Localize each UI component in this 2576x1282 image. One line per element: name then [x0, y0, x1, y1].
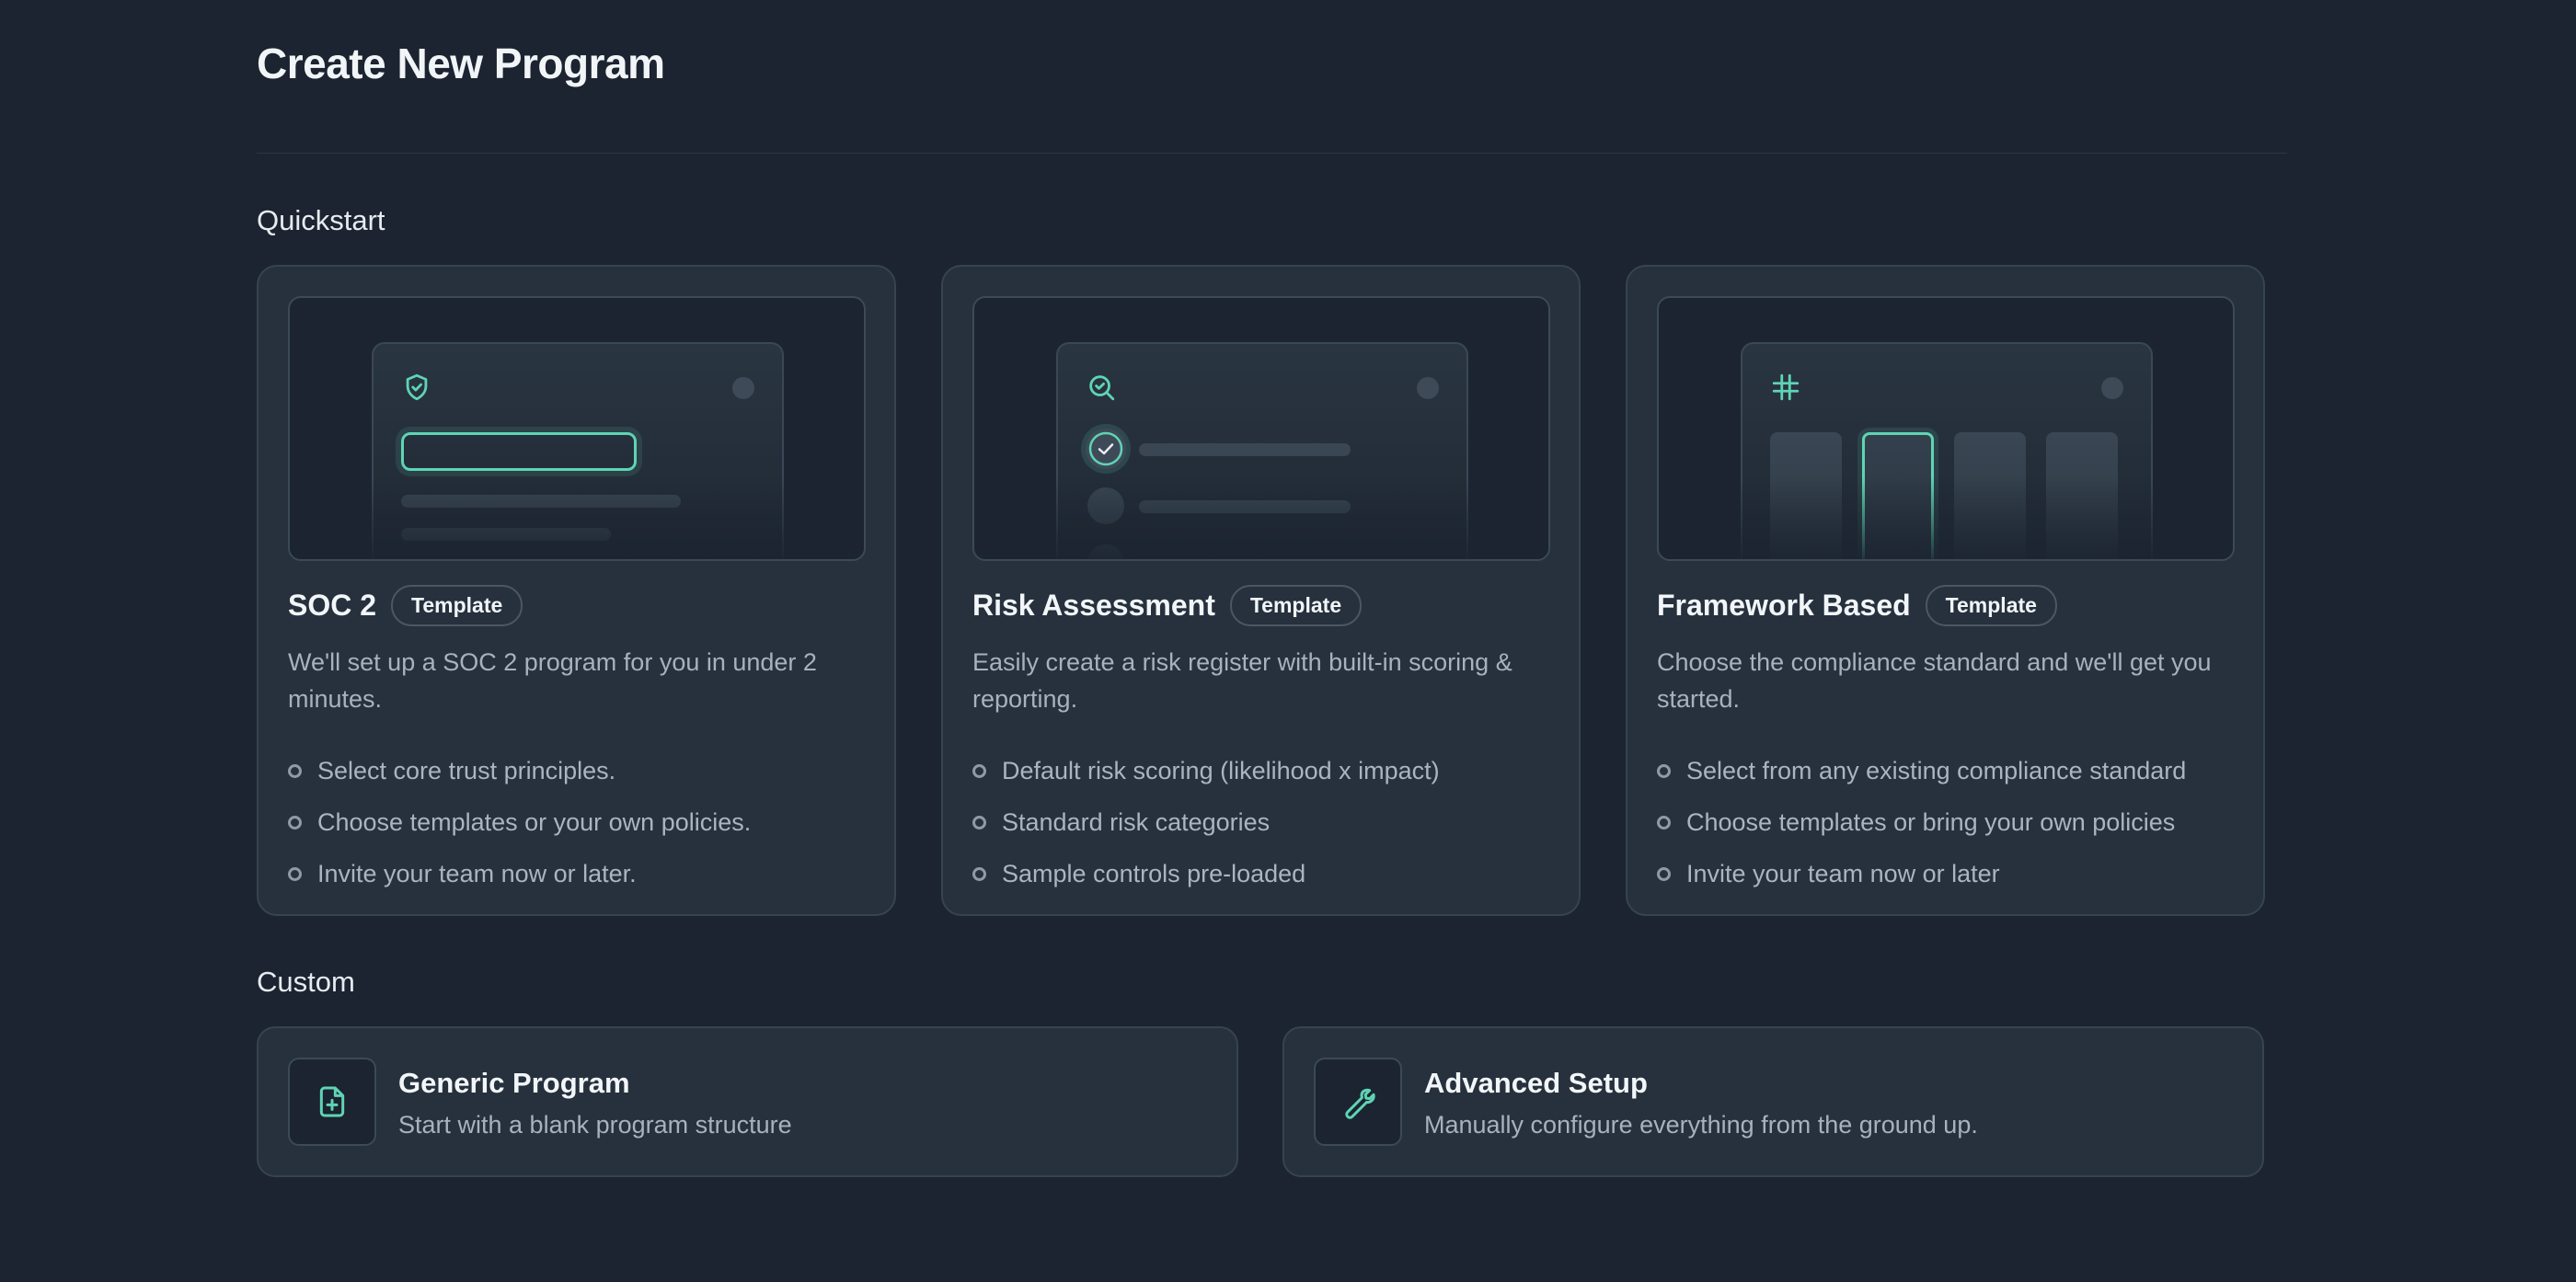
soc2-preview: [288, 296, 866, 561]
preview-dot: [2101, 377, 2123, 399]
card-description: Easily create a risk register with built…: [972, 648, 1512, 713]
risk-card-head: Risk Assessment Template: [972, 585, 1363, 626]
bullet-item: Standard risk categories: [972, 796, 1440, 848]
preview-check: [1086, 429, 1126, 469]
card-bullets: Select core trust principles. Choose tem…: [288, 745, 751, 899]
shield-check-icon: [406, 373, 428, 401]
bullet-text: Invite your team now or later: [1686, 859, 2000, 887]
bullet-ring-icon: [972, 815, 986, 830]
framework-based-card[interactable]: Framework Based Template Choose the comp…: [1626, 265, 2265, 916]
bullet-text: Default risk scoring (likelihood x impac…: [1002, 756, 1440, 784]
card-title: Generic Program: [398, 1067, 630, 1099]
bullet-text: Choose templates or your own policies.: [317, 807, 752, 836]
generic-program-card[interactable]: Generic Program Start with a blank progr…: [257, 1026, 1238, 1177]
bullet-text: Sample controls pre-loaded: [1002, 859, 1306, 887]
bullet-ring-icon: [1657, 763, 1671, 778]
bullet-text: Select core trust principles.: [317, 756, 616, 784]
bullet-item: Choose templates or bring your own polic…: [1657, 796, 2186, 848]
preview-fade: [1659, 476, 2233, 559]
wrench-icon: [1345, 1088, 1375, 1119]
card-description: Choose the compliance standard and we'll…: [1657, 648, 2212, 713]
bullet-text: Standard risk categories: [1002, 807, 1271, 836]
preview-fade: [974, 476, 1548, 559]
risk-assessment-card[interactable]: Risk Assessment Template Easily create a…: [941, 265, 1581, 916]
soc2-card-head: SOC 2 Template: [288, 585, 523, 626]
preview-dot: [732, 377, 754, 399]
advanced-setup-card[interactable]: Advanced Setup Manually configure everyt…: [1282, 1026, 2264, 1177]
card-title: SOC 2: [288, 589, 377, 622]
bullet-item: Invite your team now or later: [1657, 848, 2186, 899]
template-badge: Template: [391, 585, 523, 626]
framework-preview: [1657, 296, 2235, 561]
bullet-item: Invite your team now or later.: [288, 848, 751, 899]
preview-dot: [1417, 377, 1439, 399]
template-badge: Template: [1229, 585, 1363, 626]
custom-label: Custom: [257, 966, 355, 998]
file-plus-icon: [319, 1086, 345, 1117]
card-title: Framework Based: [1657, 589, 1911, 622]
bullet-ring-icon: [288, 815, 302, 830]
template-badge: Template: [1925, 585, 2057, 626]
risk-preview: [972, 296, 1550, 561]
bullet-ring-icon: [288, 866, 302, 881]
bullet-text: Choose templates or bring your own polic…: [1686, 807, 2176, 836]
preview-bar: [1139, 443, 1351, 456]
check-circle-icon: [1088, 431, 1123, 466]
search-check-icon: [1089, 375, 1115, 401]
preview-fade: [290, 476, 864, 559]
bullet-ring-icon: [972, 763, 986, 778]
card-description: We'll set up a SOC 2 program for you in …: [288, 648, 817, 713]
bullet-ring-icon: [288, 763, 302, 778]
bullet-item: Select from any existing compliance stan…: [1657, 745, 2186, 796]
generic-program-icon-box: [288, 1058, 376, 1146]
advanced-setup-icon-box: [1314, 1058, 1402, 1146]
card-description: Manually configure everything from the g…: [1424, 1111, 1978, 1139]
bullet-ring-icon: [1657, 815, 1671, 830]
card-title: Risk Assessment: [972, 589, 1215, 622]
bullet-text: Select from any existing compliance stan…: [1686, 756, 2187, 784]
quickstart-label: Quickstart: [257, 204, 385, 236]
bullet-item: Choose templates or your own policies.: [288, 796, 751, 848]
card-description: Start with a blank program structure: [398, 1111, 792, 1139]
bullet-item: Sample controls pre-loaded: [972, 848, 1440, 899]
preview-input: [401, 432, 637, 471]
bullet-item: Select core trust principles.: [288, 745, 751, 796]
framework-card-head: Framework Based Template: [1657, 585, 2057, 626]
card-bullets: Default risk scoring (likelihood x impac…: [972, 745, 1440, 899]
hash-icon: [1772, 373, 1800, 401]
bullet-ring-icon: [1657, 866, 1671, 881]
bullet-text: Invite your team now or later.: [317, 859, 637, 887]
soc2-card[interactable]: SOC 2 Template We'll set up a SOC 2 prog…: [257, 265, 896, 916]
divider: [257, 153, 2287, 154]
card-bullets: Select from any existing compliance stan…: [1657, 745, 2186, 899]
page-title: Create New Program: [257, 40, 665, 87]
bullet-item: Default risk scoring (likelihood x impac…: [972, 745, 1440, 796]
bullet-ring-icon: [972, 866, 986, 881]
card-title: Advanced Setup: [1424, 1067, 1648, 1099]
